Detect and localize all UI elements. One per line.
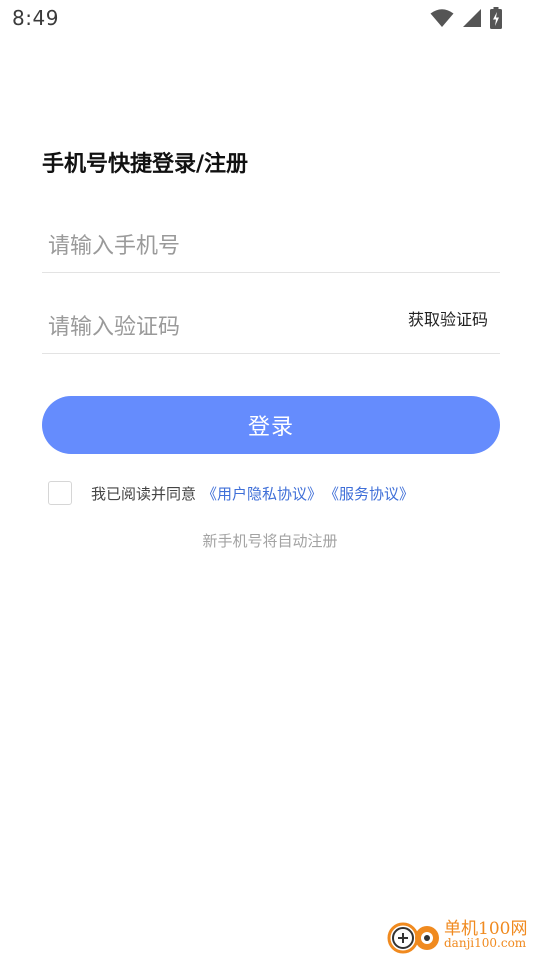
code-input[interactable] [48, 303, 388, 351]
watermark-domain: danji100.com [444, 936, 527, 950]
get-code-button[interactable]: 获取验证码 [408, 306, 488, 330]
watermark: 单机100网 danji100.com [386, 914, 536, 958]
status-icons [430, 7, 502, 29]
privacy-policy-link[interactable]: 《用户隐私协议》 [202, 483, 322, 504]
status-time: 8:49 [12, 6, 59, 30]
login-screen: 8:49 手机号快捷登录/注册 请输入手机号 请输入验证码 获取验证码 登录 我… [0, 0, 540, 960]
login-button[interactable]: 登录 [42, 396, 500, 454]
phone-input[interactable] [48, 222, 388, 270]
register-hint: 新手机号将自动注册 [202, 532, 338, 550]
service-agreement-link[interactable]: 《服务协议》 [324, 483, 414, 504]
page-title: 手机号快捷登录/注册 [42, 152, 249, 177]
watermark-logo-icon [386, 916, 442, 960]
phone-field [42, 222, 500, 273]
signal-icon [462, 8, 482, 28]
agreement-row: 我已阅读并同意 《用户隐私协议》 《服务协议》 [48, 480, 414, 506]
battery-charging-icon [490, 7, 502, 29]
wifi-icon [430, 8, 454, 28]
code-field: 获取验证码 [42, 303, 500, 354]
agreement-checkbox[interactable] [48, 481, 72, 505]
agreement-text: 我已阅读并同意 [91, 484, 197, 503]
status-bar: 8:49 [0, 0, 540, 36]
